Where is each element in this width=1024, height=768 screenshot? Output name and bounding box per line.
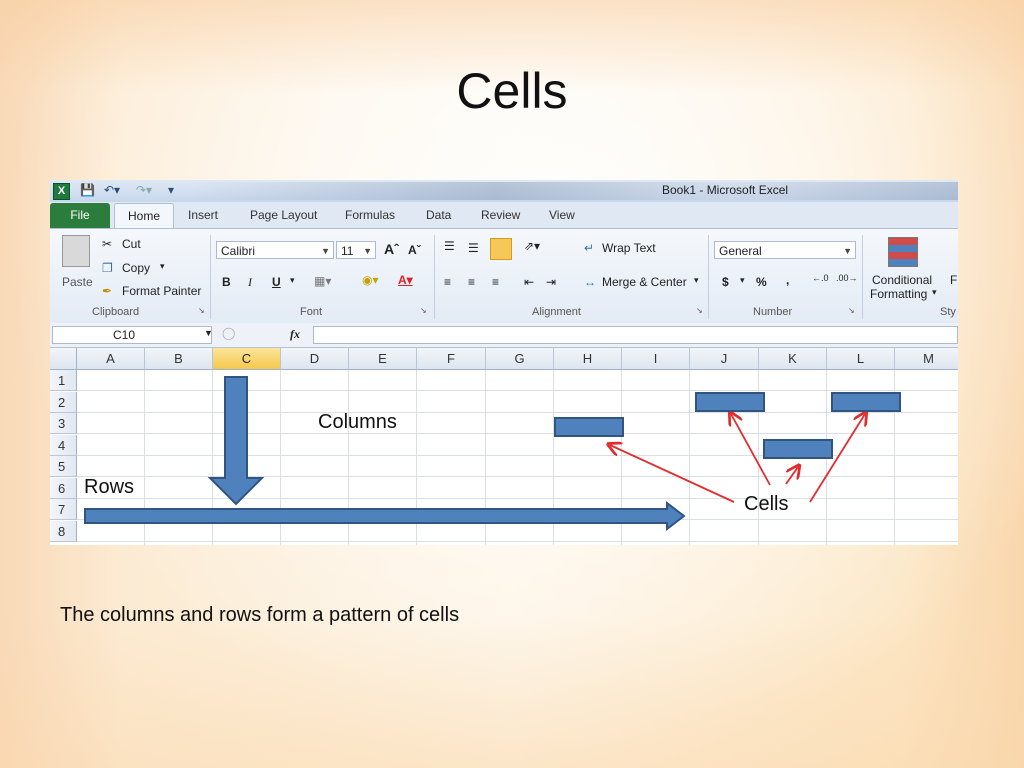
annotation-overlay (84, 376, 958, 532)
slide-title: Cells (456, 63, 568, 119)
columns-label: Columns (318, 411, 397, 433)
highlighted-cell-j2 (695, 392, 765, 412)
rows-label: Rows (84, 476, 135, 498)
highlighted-cell-h3 (554, 417, 624, 437)
row-arrow (84, 500, 686, 532)
excel-screenshot: X 💾 ↶▾ ↷▾ ▾ Book1 - Microsoft Excel File… (50, 180, 958, 545)
cell-pointer-k4 (785, 467, 798, 485)
slide-caption: The columns and rows form a pattern of c… (60, 604, 460, 626)
highlighted-cell-k4 (763, 439, 833, 459)
cell-pointer-h3 (610, 445, 735, 503)
column-arrow (207, 376, 265, 506)
highlighted-cell-l2 (831, 392, 901, 412)
cells-label: Cells (744, 493, 789, 515)
